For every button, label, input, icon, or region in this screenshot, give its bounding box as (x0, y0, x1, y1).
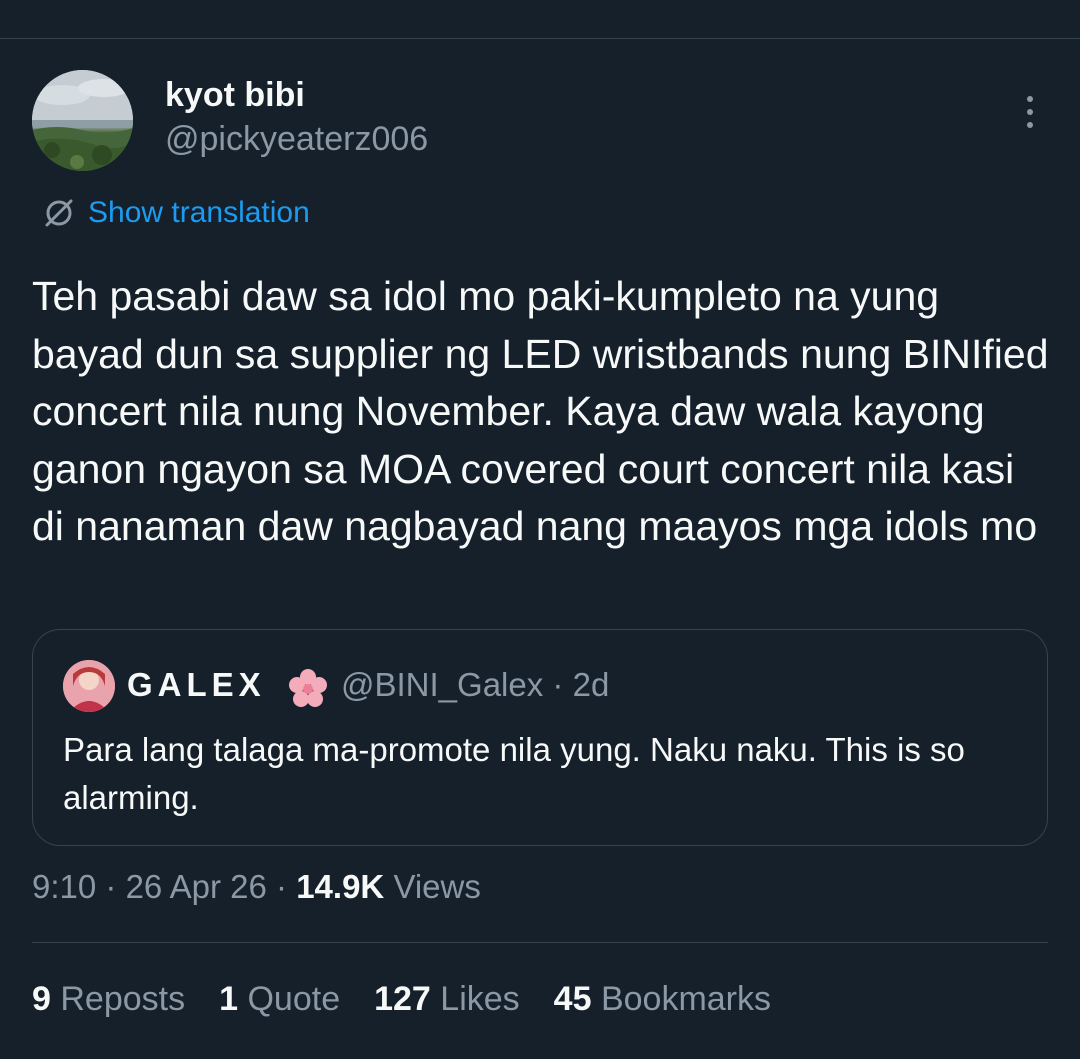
quotes-count: 1 (219, 980, 239, 1018)
quoted-tweet-card[interactable]: GALEX @BINI_Galex · 2d Para lang talaga … (32, 629, 1048, 846)
quoted-separator: · (552, 666, 564, 703)
tweet-text: Teh pasabi daw sa idol mo paki-kumpleto … (32, 273, 1049, 549)
tweet-date[interactable]: 26 Apr 26 (126, 868, 267, 905)
landscape-photo-icon (32, 70, 133, 171)
more-dot (1027, 96, 1033, 102)
top-divider (0, 38, 1080, 39)
tweet-time[interactable]: 9:10 (32, 868, 96, 905)
show-translation-label: Show translation (88, 196, 310, 229)
quoted-text: Para lang talaga ma-promote nila yung. N… (63, 731, 965, 816)
likes-count: 127 (374, 980, 431, 1018)
author-handle[interactable]: @pickyeaterz006 (165, 120, 428, 159)
bookmarks-count: 45 (553, 980, 592, 1018)
more-options-icon[interactable] (1010, 92, 1050, 132)
quoted-age: 2d (572, 666, 610, 703)
quoted-meta: @BINI_Galex · 2d (341, 666, 609, 704)
quotes-label: Quote (247, 980, 341, 1018)
tweet-meta: 9:10 · 26 Apr 26 · 14.9K Views (32, 868, 481, 906)
likes-label: Likes (440, 980, 520, 1018)
bookmarks-stat[interactable]: 45 Bookmarks (554, 980, 771, 1019)
quotes-stat[interactable]: 1 Quote (219, 980, 340, 1019)
views-count: 14.9K (296, 868, 385, 905)
quoted-handle: @BINI_Galex (341, 666, 544, 703)
quoted-display-name: GALEX (127, 666, 266, 703)
meta-separator: · (276, 868, 288, 905)
more-dot (1027, 122, 1033, 128)
show-translation-button[interactable]: Show translation (44, 196, 310, 230)
cherry-blossom-icon (289, 669, 327, 707)
reposts-label: Reposts (60, 980, 186, 1018)
author-display-name[interactable]: kyot bibi (165, 76, 305, 115)
more-dot (1027, 109, 1033, 115)
engagement-stats: 9 Reposts 1 Quote 127 Likes 45 Bookmarks (32, 980, 771, 1019)
stats-divider (32, 942, 1048, 943)
bookmarks-label: Bookmarks (600, 980, 772, 1018)
reposts-stat[interactable]: 9 Reposts (32, 980, 185, 1019)
globe-slash-icon (45, 199, 73, 227)
likes-stat[interactable]: 127 Likes (374, 980, 520, 1019)
quoted-author-avatar (63, 660, 115, 712)
author-avatar[interactable] (32, 70, 133, 171)
views-label: Views (393, 868, 481, 905)
meta-separator: · (105, 868, 117, 905)
reposts-count: 9 (32, 980, 51, 1018)
